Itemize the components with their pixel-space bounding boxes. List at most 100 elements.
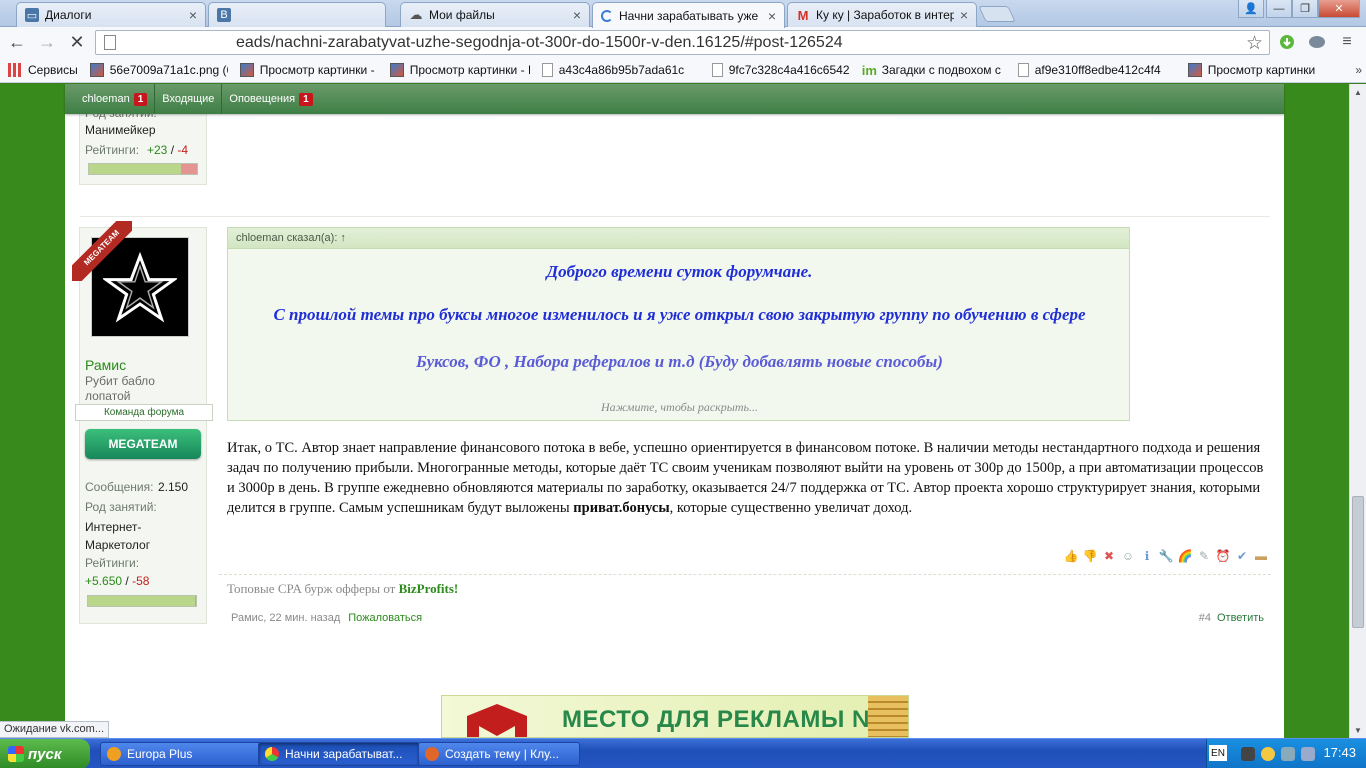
quote-expand-link[interactable]: Нажмите, чтобы раскрыть... [228, 400, 1131, 415]
menu-icon[interactable]: ≡ [1337, 32, 1357, 52]
bookmark-label: Просмотр картинки - I [1207, 63, 1318, 77]
scrollbar-thumb[interactable] [1352, 496, 1364, 628]
spellcheck-icon[interactable]: ✔ [1234, 548, 1250, 564]
inbox-link[interactable]: Входящие [155, 84, 223, 114]
close-icon[interactable]: × [573, 7, 581, 23]
network-icon[interactable] [1281, 747, 1295, 761]
document-icon [541, 63, 553, 77]
alerts-link[interactable]: Оповещения 1 [222, 84, 319, 114]
scroll-down-icon[interactable]: ▼ [1350, 722, 1366, 738]
clock-icon[interactable]: ⏰ [1215, 548, 1231, 564]
bookmark-item[interactable]: 56e7009a71a1c.png (60 [89, 63, 228, 77]
cloud-icon: ☁ [409, 7, 423, 22]
smile-icon[interactable]: ☺ [1120, 548, 1136, 564]
back-button[interactable]: ← [4, 30, 30, 56]
address-bar[interactable]: eads/nachni-zarabatyvat-uzhe-segodnja-ot… [95, 30, 1270, 55]
close-window-button[interactable]: ✕ [1318, 0, 1360, 18]
tab-label: Ку ку | Заработок в интерн [816, 8, 954, 22]
forward-button[interactable]: → [34, 30, 60, 56]
task-label: Создать тему | Клу... [445, 747, 559, 761]
rating-values: +5.650 / -58 [85, 574, 149, 588]
tab-my-files[interactable]: ☁ Мои файлы × [400, 2, 590, 27]
user-profile-icon[interactable]: 👤 [1238, 0, 1264, 18]
url-text: eads/nachni-zarabatyvat-uzhe-segodnja-ot… [236, 33, 843, 51]
rating-label: Рейтинги: [85, 143, 140, 157]
close-icon[interactable]: × [960, 7, 968, 23]
bookmark-item[interactable]: Сервисы [8, 63, 78, 77]
quote-block[interactable]: chloeman сказал(а): ↑ Доброго времени су… [227, 227, 1130, 421]
tab-current-thread[interactable]: Начни зарабатывать уже с × [592, 2, 785, 28]
account-menu[interactable]: chloeman 1 [75, 84, 156, 114]
reputation-bar [88, 163, 198, 175]
bookmark-item[interactable]: af9e310ff8edbe412c4f4 [1017, 63, 1176, 77]
ad-banner[interactable]: МЕСТО ДЛЯ РЕКЛАМЫ №3 [441, 695, 909, 738]
bookmark-label: Загадки с подвохом с [881, 63, 1001, 77]
ad-logo [467, 704, 527, 737]
taskbar-item[interactable]: Europa Plus [100, 742, 262, 766]
taskbar-item[interactable]: Начни зарабатыват... [258, 742, 420, 766]
taskbar-item[interactable]: Создать тему | Клу... [418, 742, 580, 766]
ribbon-label: MEGATEAM [72, 221, 132, 281]
document-icon [711, 63, 723, 77]
download-icon[interactable] [1277, 32, 1297, 52]
post-number-link[interactable]: #4 [1199, 612, 1211, 624]
network-icon[interactable] [1301, 747, 1315, 761]
page-scrollbar[interactable]: ▲ ▼ [1349, 84, 1366, 738]
bookmark-item[interactable]: Просмотр картинки - I [1187, 63, 1318, 77]
bookmark-item[interactable]: a43c4a86b95b7ada61c [541, 63, 700, 77]
bookmark-star-icon[interactable]: ☆ [1246, 32, 1263, 55]
tab-gmail[interactable]: M Ку ку | Заработок в интерн × [787, 2, 977, 27]
tab-label: Мои файлы [429, 8, 495, 22]
rating-positive: +23 [147, 143, 168, 157]
tab-dialogs[interactable]: ▭ Диалоги × [16, 2, 206, 27]
reply-link[interactable]: Ответить [1217, 612, 1264, 624]
box-icon[interactable]: ▬ [1253, 548, 1269, 564]
dislike-icon[interactable]: 👎 [1082, 548, 1098, 564]
minimize-button[interactable]: — [1266, 0, 1292, 18]
rainbow-icon[interactable]: 🌈 [1177, 548, 1193, 564]
like-icon[interactable]: 👍 [1063, 548, 1079, 564]
quote-author[interactable]: chloeman сказал(а): ↑ [228, 228, 1129, 249]
stop-button[interactable]: ✕ [64, 30, 90, 56]
bookmark-item[interactable]: im Загадки с подвохом с [862, 63, 1006, 77]
bookmark-item[interactable]: Просмотр картинки - I [389, 63, 530, 77]
arrow-icon[interactable] [1241, 747, 1255, 761]
occupation-value: Интернет-Маркетолог [85, 520, 151, 552]
chrome-icon [265, 747, 279, 761]
bookmarks-more-icon[interactable]: » [1355, 63, 1362, 77]
cross-icon[interactable]: ✖ [1101, 548, 1117, 564]
language-indicator[interactable]: EN [1209, 745, 1227, 761]
im-icon: im [861, 63, 877, 77]
tab-label: Диалоги [45, 8, 92, 22]
account-name: chloeman [82, 93, 130, 105]
web-page: chloeman 1 Входящие Оповещения 1 45 Род … [0, 84, 1366, 738]
info-icon[interactable]: ℹ [1139, 548, 1155, 564]
new-tab-button[interactable] [978, 6, 1016, 22]
bookmark-item[interactable]: Просмотр картинки - I [239, 63, 378, 77]
bookmark-item[interactable]: 9fc7c328c4a416c6542 [711, 63, 850, 77]
system-tray: 17:43 [1206, 739, 1366, 768]
close-icon[interactable]: × [189, 7, 197, 23]
maximize-button[interactable]: ❐ [1292, 0, 1318, 18]
start-label: пуск [28, 745, 62, 763]
scroll-up-icon[interactable]: ▲ [1350, 84, 1366, 100]
ad-text: МЕСТО ДЛЯ РЕКЛАМЫ №3 [562, 706, 894, 733]
post-author-time[interactable]: Рамис, 22 мин. назад [231, 612, 340, 624]
post-meta: Рамис, 22 мин. назад Пожаловаться [231, 612, 422, 624]
start-button[interactable]: пуск [0, 739, 90, 768]
clock[interactable]: 17:43 [1323, 745, 1356, 760]
report-link[interactable]: Пожаловаться [348, 612, 422, 624]
alerts-label: Оповещения [229, 93, 296, 105]
wrench-icon[interactable]: 🔧 [1158, 548, 1174, 564]
coins-image [868, 696, 908, 737]
signature-link[interactable]: BizProfits! [399, 581, 459, 596]
document-icon [1017, 63, 1029, 77]
username-link[interactable]: Рамис [85, 357, 126, 373]
close-icon[interactable]: × [768, 8, 776, 24]
pen-icon[interactable]: ✎ [1196, 548, 1212, 564]
reaction-bar: 👍 👎 ✖ ☺ ℹ 🔧 🌈 ✎ ⏰ ✔ ▬ [1063, 548, 1269, 564]
extension-icon[interactable] [1307, 32, 1327, 52]
apps-icon [8, 63, 22, 77]
tab-vk[interactable]: B [208, 2, 386, 27]
smiley-icon[interactable] [1261, 747, 1275, 761]
